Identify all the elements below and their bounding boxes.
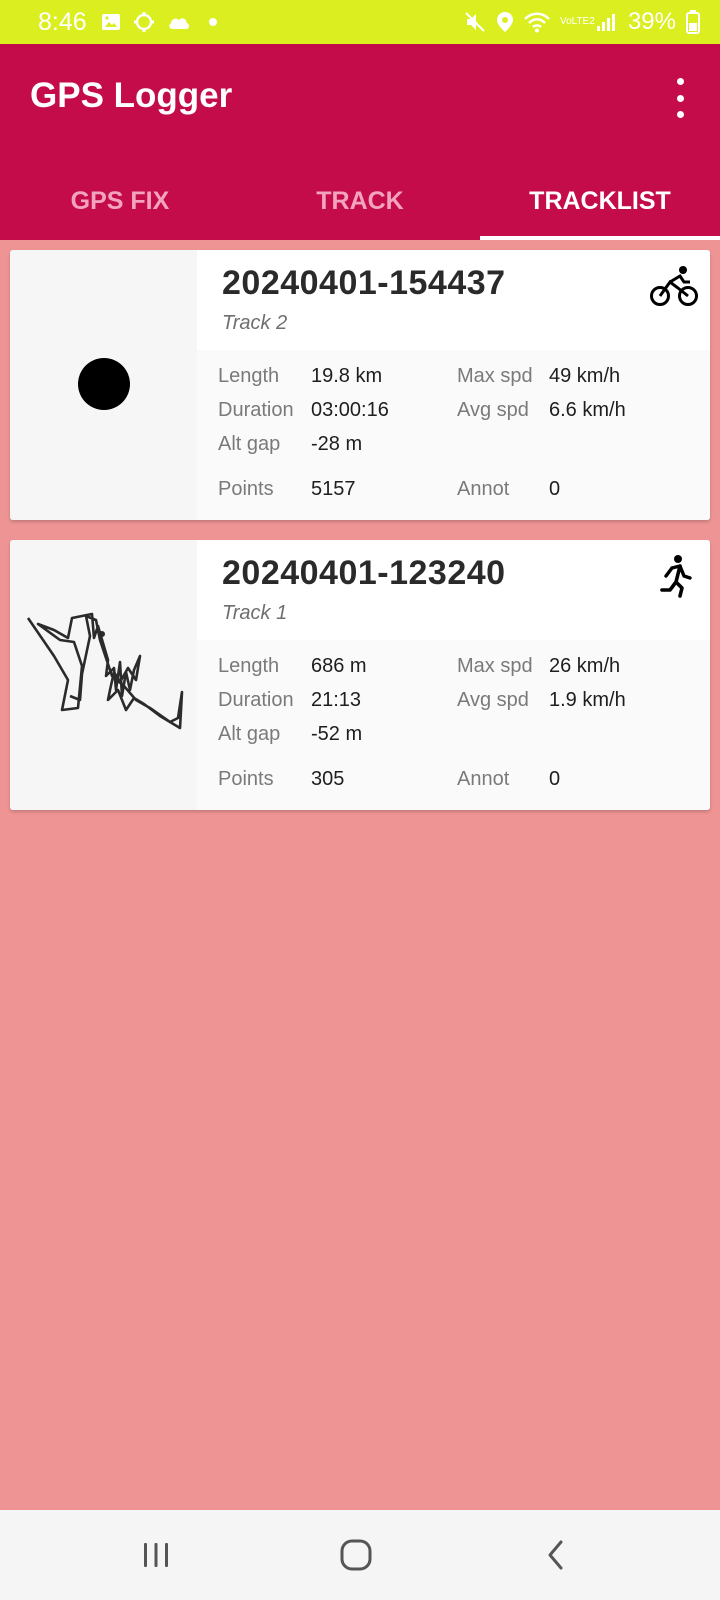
cloud-icon <box>168 18 189 29</box>
mute-icon <box>465 12 485 32</box>
length-label: Length <box>218 655 280 677</box>
points-label: Points <box>218 478 274 500</box>
duration-value: 21:13 <box>311 689 362 711</box>
track-name: 20240401-154437 <box>222 264 506 302</box>
length-value: 19.8 km <box>311 365 383 387</box>
more-vert-icon <box>676 78 684 85</box>
sync-icon <box>133 12 154 32</box>
recent-apps-button[interactable] <box>106 1510 206 1600</box>
track-card[interactable]: 20240401-154437 Track 2 Length 19.8 km D… <box>10 250 710 520</box>
length-value: 686 m <box>311 655 367 677</box>
image-icon <box>101 14 120 30</box>
track-name: 20240401-123240 <box>222 554 506 592</box>
max-spd-value: 49 km/h <box>549 365 621 387</box>
points-value: 305 <box>311 768 345 790</box>
length-label: Length <box>218 365 280 387</box>
annot-label: Annot <box>457 478 510 500</box>
more-options-button[interactable] <box>668 78 692 118</box>
max-spd-label: Max spd <box>457 655 533 677</box>
alt-gap-label: Alt gap <box>218 723 281 745</box>
notification-dot-icon <box>208 18 217 26</box>
track-description: Track 1 <box>222 602 288 624</box>
track-path-line <box>26 612 184 730</box>
track-path-dot <box>78 358 130 410</box>
status-bar: 8:46 VoLTE2 39% <box>0 0 720 44</box>
bike-icon <box>650 266 698 306</box>
home-button[interactable] <box>306 1510 406 1600</box>
network-type: VoLTE2 <box>559 16 595 27</box>
points-value: 5157 <box>311 478 356 500</box>
more-vert-dot <box>676 111 684 118</box>
signal-icon <box>596 14 615 31</box>
battery-percent: 39% <box>627 8 676 35</box>
run-icon <box>660 555 692 598</box>
duration-label: Duration <box>218 399 294 421</box>
avg-spd-label: Avg spd <box>457 399 529 421</box>
wifi-icon <box>524 12 550 33</box>
track-card[interactable]: 20240401-123240 Track 1 Length 686 m Dur… <box>10 540 710 810</box>
back-icon <box>548 1540 563 1570</box>
tab-gps-fix[interactable]: GPS FIX <box>0 162 240 240</box>
track-thumbnail <box>10 250 197 520</box>
avg-spd-value: 6.6 km/h <box>549 399 626 421</box>
track-thumbnail <box>10 540 197 810</box>
app-title: GPS Logger <box>30 76 233 115</box>
duration-value: 03:00:16 <box>311 399 389 421</box>
app-bar: GPS Logger GPS FIX TRACK TRACKLIST <box>0 44 720 240</box>
duration-label: Duration <box>218 689 294 711</box>
tab-tracklist[interactable]: TRACKLIST <box>480 162 720 240</box>
system-nav-bar <box>0 1510 720 1600</box>
status-time: 8:46 <box>38 7 87 36</box>
max-spd-label: Max spd <box>457 365 533 387</box>
battery-icon <box>686 10 700 34</box>
more-vert-dot <box>676 94 684 102</box>
tab-track[interactable]: TRACK <box>240 162 480 240</box>
home-icon <box>340 1539 372 1571</box>
track-description: Track 2 <box>222 312 288 334</box>
back-button[interactable] <box>506 1510 606 1600</box>
points-label: Points <box>218 768 274 790</box>
annot-label: Annot <box>457 768 510 790</box>
avg-spd-label: Avg spd <box>457 689 529 711</box>
max-spd-value: 26 km/h <box>549 655 621 677</box>
alt-gap-value: -28 m <box>311 433 363 455</box>
annot-value: 0 <box>549 768 561 790</box>
location-icon <box>496 12 513 32</box>
alt-gap-value: -52 m <box>311 723 363 745</box>
recent-apps-icon <box>144 1543 168 1567</box>
tab-bar: GPS FIX TRACK TRACKLIST <box>0 162 720 240</box>
alt-gap-label: Alt gap <box>218 433 281 455</box>
annot-value: 0 <box>549 478 561 500</box>
avg-spd-value: 1.9 km/h <box>549 689 626 711</box>
